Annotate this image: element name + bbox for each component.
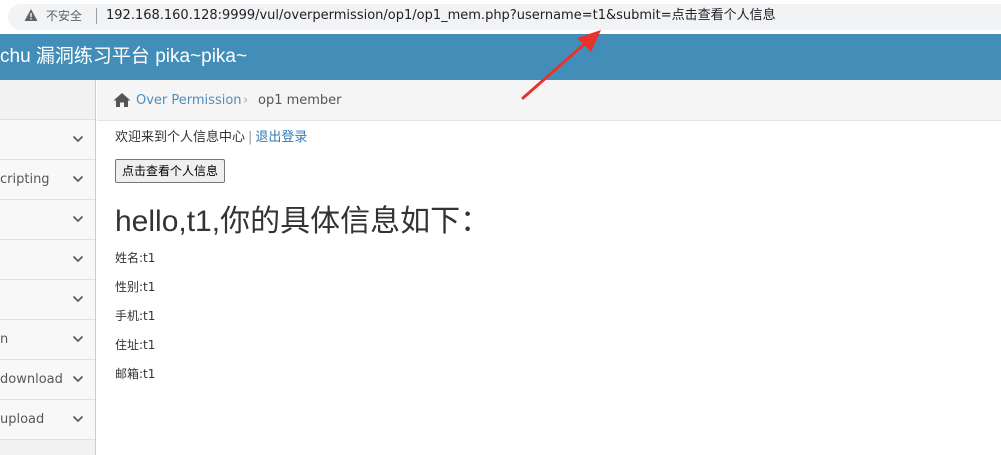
sidebar-item-label: upload — [0, 412, 45, 427]
sidebar-item-label: n — [0, 332, 9, 347]
sidebar: cripting n download upload — [0, 80, 96, 455]
sidebar-item-xss[interactable]: cripting — [0, 160, 95, 200]
sidebar-item-5[interactable] — [0, 280, 95, 320]
chevron-down-icon — [72, 295, 84, 303]
sidebar-item-0[interactable] — [0, 80, 95, 120]
sidebar-item-3[interactable] — [0, 200, 95, 240]
chevron-down-icon — [72, 135, 84, 143]
chevron-down-icon — [72, 215, 84, 223]
info-gender: 性别:t1 — [115, 280, 156, 294]
info-name: 姓名:t1 — [115, 251, 156, 265]
sidebar-item-1[interactable] — [0, 120, 95, 160]
annotation-arrow-icon — [521, 30, 601, 100]
welcome-separator: | — [248, 130, 253, 145]
url-field[interactable]: 192.168.160.128:9999/vul/overpermission/… — [106, 7, 776, 25]
sidebar-item-4[interactable] — [0, 240, 95, 280]
chevron-down-icon — [72, 375, 84, 383]
address-divider — [96, 8, 97, 24]
breadcrumb-link-over-permission[interactable]: Over Permission — [136, 92, 242, 109]
page-title: hello,t1,你的具体信息如下： — [115, 205, 491, 238]
info-address: 住址:t1 — [115, 338, 156, 352]
sidebar-item-download[interactable]: download — [0, 360, 95, 400]
warning-icon[interactable] — [24, 8, 38, 22]
breadcrumb-current: op1 member — [258, 93, 342, 108]
chevron-down-icon — [72, 255, 84, 263]
app-title[interactable]: chu 漏洞练习平台 pika~pika~ — [0, 45, 247, 69]
breadcrumb-separator: › — [243, 93, 249, 108]
browser-address-bar: 不安全 192.168.160.128:9999/vul/overpermiss… — [0, 0, 1001, 34]
chevron-down-icon — [72, 335, 84, 343]
sidebar-item-label: download — [0, 372, 63, 387]
view-personal-info-button[interactable]: 点击查看个人信息 — [115, 159, 226, 183]
sidebar-item-upload[interactable]: upload — [0, 400, 95, 440]
info-phone: 手机:t1 — [115, 309, 156, 323]
sidebar-item-label: cripting — [0, 172, 50, 187]
info-email: 邮箱:t1 — [115, 367, 156, 381]
sidebar-item-6[interactable]: n — [0, 320, 95, 360]
logout-link[interactable]: 退出登录 — [255, 130, 307, 145]
chevron-down-icon — [72, 175, 84, 183]
welcome-line: 欢迎来到个人信息中心 | 退出登录 — [115, 129, 307, 147]
not-secure-label[interactable]: 不安全 — [46, 8, 82, 24]
home-icon[interactable] — [113, 92, 131, 108]
chevron-down-icon — [72, 415, 84, 423]
welcome-text: 欢迎来到个人信息中心 — [115, 130, 246, 145]
app-header: chu 漏洞练习平台 pika~pika~ — [0, 34, 1001, 80]
